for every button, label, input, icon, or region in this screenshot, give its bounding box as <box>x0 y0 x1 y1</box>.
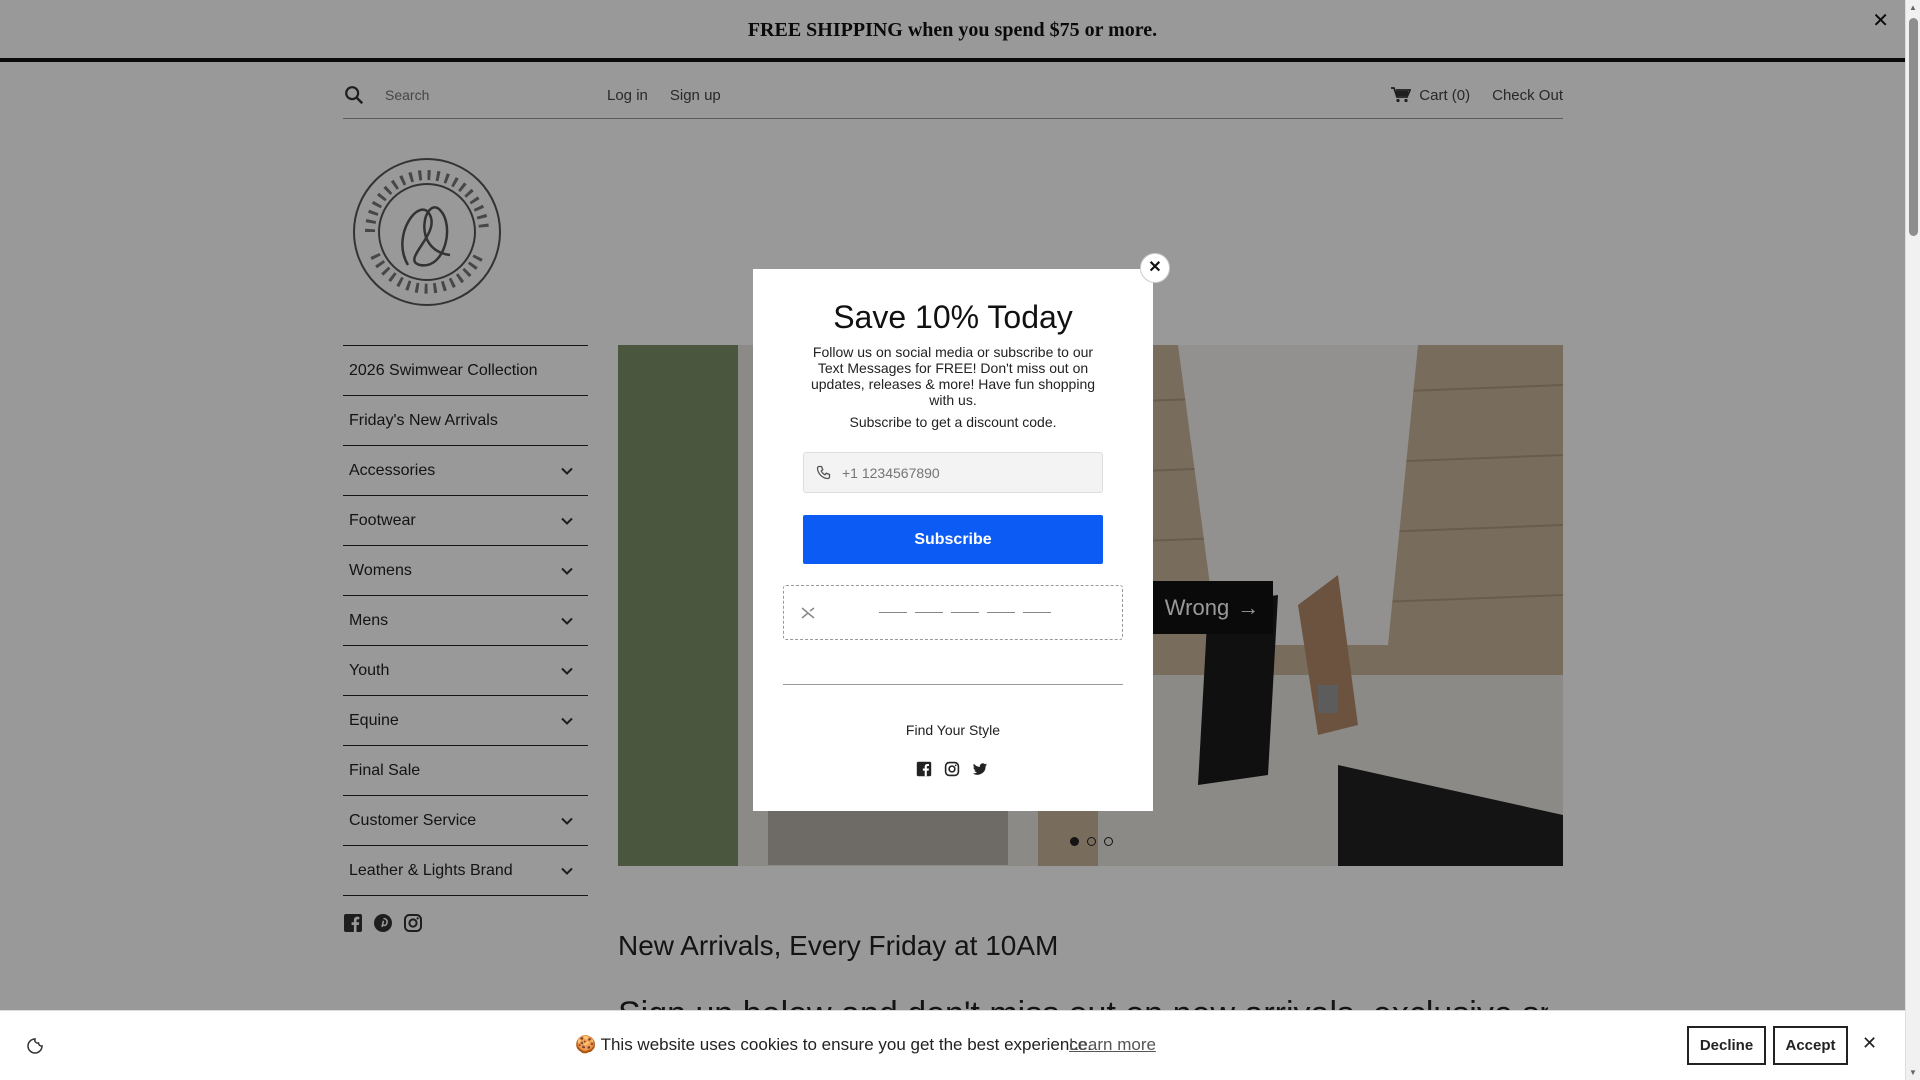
cookie-settings-icon[interactable] <box>26 1037 44 1055</box>
cookie-banner: 🍪 This website uses cookies to ensure yo… <box>0 1010 1905 1080</box>
scroll-down-arrow-icon[interactable]: ▼ <box>1909 1068 1917 1077</box>
popup-social-links <box>916 761 988 777</box>
cookie-decline-button[interactable]: Decline <box>1687 1026 1766 1065</box>
subscribe-button[interactable]: Subscribe <box>803 515 1103 564</box>
broken-image-icon <box>801 607 815 619</box>
discount-popup: ✕ Save 10% Today Follow us on social med… <box>753 253 1170 811</box>
page-scrollbar[interactable]: ▲ ▼ <box>1905 0 1920 1080</box>
phone-input[interactable] <box>842 464 1082 481</box>
popup-sub-note: Subscribe to get a discount code. <box>849 414 1057 430</box>
popup-title: Save 10% Today <box>833 299 1073 335</box>
image-placeholder <box>783 585 1123 640</box>
popup-description: Follow us on social media or subscribe t… <box>810 344 1096 408</box>
instagram-icon[interactable] <box>944 761 960 777</box>
cookie-close-button[interactable]: ✕ <box>1862 1033 1877 1054</box>
scroll-up-arrow-icon[interactable]: ▲ <box>1909 3 1917 12</box>
cookie-accept-button[interactable]: Accept <box>1773 1026 1848 1065</box>
facebook-icon[interactable] <box>916 761 932 777</box>
phone-field[interactable] <box>803 452 1103 493</box>
twitter-icon[interactable] <box>972 761 988 777</box>
find-your-style-label: Find Your Style <box>905 722 1001 738</box>
scrollbar-thumb[interactable] <box>1909 18 1918 236</box>
phone-icon <box>816 465 831 479</box>
popup-divider <box>783 684 1123 685</box>
cookie-message: 🍪 This website uses cookies to ensure yo… <box>575 1035 1092 1054</box>
popup-close-button[interactable]: ✕ <box>1140 253 1170 283</box>
cookie-learn-more-link[interactable]: Learn more <box>1069 1035 1156 1055</box>
